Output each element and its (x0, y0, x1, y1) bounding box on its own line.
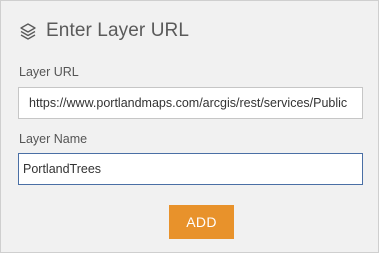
panel-title: Enter Layer URL (46, 20, 190, 41)
layers-icon (18, 21, 38, 41)
layer-url-label: Layer URL (19, 65, 79, 79)
layer-name-label: Layer Name (19, 132, 88, 146)
add-button[interactable]: ADD (169, 205, 234, 239)
layer-name-input[interactable] (18, 153, 363, 185)
panel-header: Enter Layer URL (18, 19, 189, 43)
enter-layer-url-panel: Enter Layer URL Layer URL Layer Name ADD (0, 0, 379, 253)
layer-url-input[interactable] (18, 87, 363, 119)
